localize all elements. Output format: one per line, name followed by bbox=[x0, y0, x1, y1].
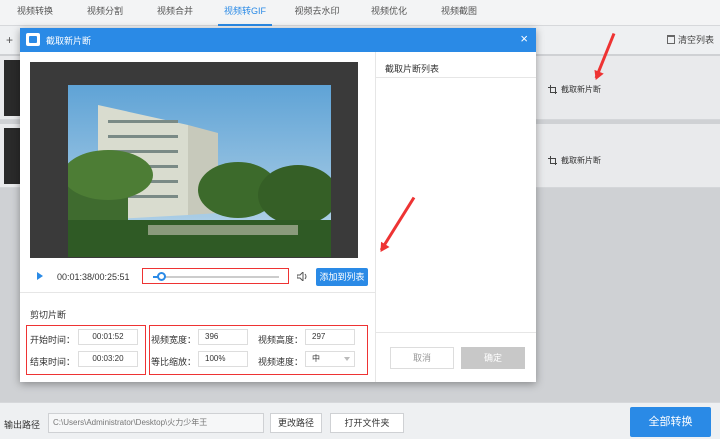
clear-list-label: 清空列表 bbox=[677, 35, 714, 45]
output-path-label: 输出路径 bbox=[4, 420, 41, 430]
volume-icon[interactable] bbox=[297, 272, 309, 281]
cut-new-clip-label: 截取新片断 bbox=[561, 85, 601, 94]
crop-icon bbox=[548, 156, 557, 165]
tab-video-optimize[interactable]: 视频优化 bbox=[354, 0, 424, 26]
tab-video-to-gif[interactable]: 视频转GIF bbox=[210, 0, 280, 26]
tab-video-screenshot[interactable]: 视频截图 bbox=[424, 0, 494, 26]
add-to-list-button[interactable]: 添加到列表 bbox=[316, 268, 368, 286]
video-width-label: 视频宽度： bbox=[151, 335, 197, 345]
video-speed-label: 视频速度： bbox=[258, 357, 304, 367]
divider bbox=[20, 292, 375, 293]
playback-time: 00:01:38/00:25:51 bbox=[57, 272, 130, 282]
app-logo-icon bbox=[26, 33, 40, 46]
scale-input[interactable]: 100% bbox=[198, 351, 248, 367]
video-width-input[interactable]: 396 bbox=[198, 329, 248, 345]
video-height-label: 视频高度： bbox=[258, 335, 304, 345]
clip-list-title: 截取片断列表 bbox=[385, 64, 440, 74]
video-speed-value: 中 bbox=[312, 354, 320, 363]
close-icon[interactable]: × bbox=[520, 32, 528, 46]
output-path-field[interactable]: C:\Users\Administrator\Desktop\火力少年王 bbox=[48, 413, 264, 433]
divider bbox=[376, 332, 536, 333]
cut-new-clip-label: 截取新片断 bbox=[561, 156, 601, 165]
cut-new-clip-button[interactable]: 截取新片断 bbox=[548, 155, 601, 166]
add-file-icon[interactable]: + bbox=[6, 33, 13, 47]
tab-remove-watermark[interactable]: 视频去水印 bbox=[280, 0, 354, 26]
cut-new-clip-button[interactable]: 截取新片断 bbox=[548, 84, 601, 95]
scale-label: 等比缩放： bbox=[151, 357, 197, 367]
divider bbox=[376, 77, 536, 78]
crop-icon bbox=[548, 85, 557, 94]
dialog-title: 截取新片断 bbox=[46, 36, 92, 46]
video-frame bbox=[68, 85, 331, 257]
dialog-titlebar: 截取新片断 × bbox=[20, 28, 536, 52]
start-time-label: 开始时间： bbox=[30, 335, 76, 345]
clear-list-button[interactable]: 清空列表 bbox=[666, 33, 714, 46]
tab-video-split[interactable]: 视频分割 bbox=[70, 0, 140, 26]
play-icon[interactable] bbox=[37, 272, 43, 280]
tab-video-merge[interactable]: 视频合并 bbox=[140, 0, 210, 26]
section-title: 剪切片断 bbox=[30, 310, 67, 320]
slider-track bbox=[153, 276, 279, 278]
video-speed-select[interactable]: 中 bbox=[305, 351, 355, 367]
progress-slider[interactable] bbox=[142, 268, 289, 284]
tab-video-convert[interactable]: 视频转换 bbox=[0, 0, 70, 26]
cancel-button[interactable]: 取消 bbox=[390, 347, 454, 369]
end-time-label: 结束时间： bbox=[30, 357, 76, 367]
change-path-button[interactable]: 更改路径 bbox=[270, 413, 322, 433]
open-folder-button[interactable]: 打开文件夹 bbox=[330, 413, 404, 433]
slider-handle[interactable] bbox=[156, 272, 166, 281]
ok-button[interactable]: 确定 bbox=[461, 347, 525, 369]
video-frame-image bbox=[68, 85, 331, 257]
convert-all-button[interactable]: 全部转换 bbox=[630, 407, 711, 437]
start-time-input[interactable]: 00:01:52 bbox=[78, 329, 138, 345]
chevron-down-icon bbox=[344, 357, 350, 361]
video-height-input[interactable]: 297 bbox=[305, 329, 355, 345]
top-nav: 视频转换 视频分割 视频合并 视频转GIF 视频去水印 视频优化 视频截图 bbox=[0, 0, 720, 26]
end-time-input[interactable]: 00:03:20 bbox=[78, 351, 138, 367]
trash-icon bbox=[666, 35, 675, 44]
